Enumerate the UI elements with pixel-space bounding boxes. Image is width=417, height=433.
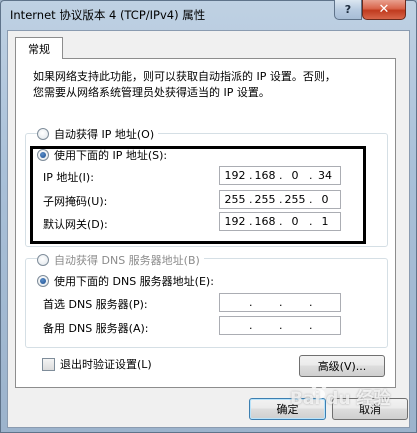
description-line-1: 如果网络支持此功能，则可以获取自动指派的 IP 设置。否则，: [33, 70, 336, 83]
radio-auto-dns-label: 自动获得 DNS 服务器地址(B): [54, 254, 200, 267]
window-title: Internet 协议版本 4 (TCP/IPv4) 属性: [10, 8, 206, 22]
help-button[interactable]: ?: [334, 0, 362, 20]
radio-button-selected-icon: [37, 275, 49, 287]
preferred-dns-label: 首选 DNS 服务器(P):: [43, 298, 148, 311]
radio-button-icon: [37, 128, 49, 140]
radio-manual-dns-label: 使用下面的 DNS 服务器地址(E):: [54, 275, 214, 288]
radio-auto-ip-label: 自动获得 IP 地址(O): [54, 128, 155, 141]
alternate-dns-input[interactable]: . . .: [219, 316, 341, 335]
radio-manual-dns[interactable]: 使用下面的 DNS 服务器地址(E):: [37, 273, 218, 289]
radio-button-icon: [37, 254, 49, 266]
alternate-dns-label: 备用 DNS 服务器(A):: [43, 322, 149, 335]
description-text: 如果网络支持此功能，则可以获取自动指派的 IP 设置。否则， 您需要从网络系统管…: [33, 69, 378, 101]
preferred-dns-input[interactable]: . . .: [219, 293, 341, 312]
validate-on-exit-checkbox[interactable]: 退出时验证设置(L): [42, 356, 152, 372]
description-line-2: 您需要从网络系统管理员处获得适当的 IP 设置。: [33, 86, 270, 99]
validate-on-exit-label: 退出时验证设置(L): [60, 358, 152, 371]
advanced-button[interactable]: 高级(V)...: [299, 355, 385, 377]
radio-auto-ip[interactable]: 自动获得 IP 地址(O): [37, 126, 159, 142]
radio-auto-dns[interactable]: 自动获得 DNS 服务器地址(B): [37, 252, 204, 268]
checkbox-box-icon: [42, 357, 55, 371]
close-button[interactable]: ✕: [362, 0, 406, 20]
watermark-text: Bai du 经验: [290, 389, 391, 409]
highlight-annotation-box: [30, 146, 366, 244]
tab-general[interactable]: 常规: [15, 37, 63, 59]
